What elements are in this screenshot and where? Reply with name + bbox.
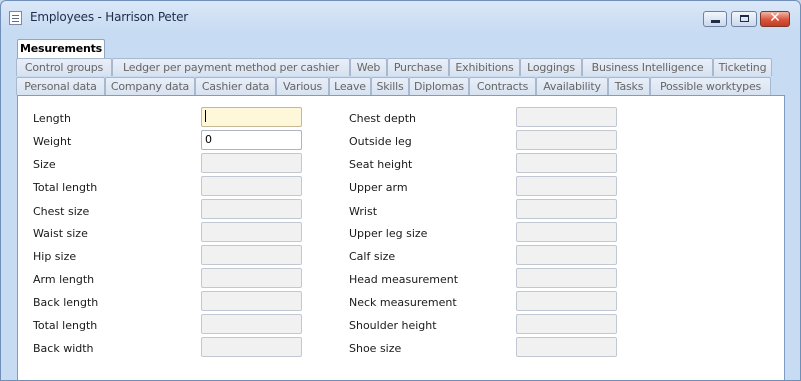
- field-label: Arm length: [33, 273, 95, 286]
- field-label: Outside leg: [349, 135, 412, 148]
- tab-purchase[interactable]: Purchase: [387, 58, 449, 76]
- weight-input[interactable]: 0: [201, 130, 302, 150]
- upper-arm-input[interactable]: [516, 176, 617, 196]
- field-label: Upper leg size: [349, 227, 428, 240]
- mesurements-panel: Length Weight 0 Size Total length Chest …: [17, 95, 785, 380]
- field-label: Shoulder height: [349, 319, 437, 332]
- field-label: Back length: [33, 296, 99, 309]
- document-list-icon: [9, 11, 22, 25]
- tab-cashier-data[interactable]: Cashier data: [195, 77, 276, 95]
- tab-availability[interactable]: Availability: [536, 77, 608, 95]
- back-width-input[interactable]: [201, 337, 302, 357]
- field-label: Shoe size: [349, 342, 402, 355]
- hip-size-input[interactable]: [201, 245, 302, 265]
- tab-web[interactable]: Web: [350, 58, 387, 76]
- field-label: Upper arm: [349, 181, 408, 194]
- field-label: Seat height: [349, 158, 413, 171]
- tab-ledger-per-payment-method[interactable]: Ledger per payment method per cashier: [112, 58, 350, 76]
- outside-leg-input[interactable]: [516, 130, 617, 150]
- tab-leave[interactable]: Leave: [329, 77, 371, 95]
- field-label: Calf size: [349, 250, 396, 263]
- chest-depth-input[interactable]: [516, 107, 617, 127]
- upper-leg-size-input[interactable]: [516, 222, 617, 242]
- field-label: Waist size: [33, 227, 88, 240]
- tab-business-intelligence[interactable]: Business Intelligence: [582, 58, 713, 76]
- tab-loggings[interactable]: Loggings: [520, 58, 582, 76]
- tab-exhibitions[interactable]: Exhibitions: [449, 58, 520, 76]
- length-input[interactable]: [201, 107, 302, 127]
- minimize-icon: [711, 20, 720, 23]
- arm-length-input[interactable]: [201, 268, 302, 288]
- total-length-input[interactable]: [201, 176, 302, 196]
- close-icon: ✕: [769, 10, 781, 26]
- field-label: Weight: [33, 135, 72, 148]
- tab-contracts[interactable]: Contracts: [469, 77, 536, 95]
- maximize-button[interactable]: [731, 11, 757, 27]
- field-label: Back width: [33, 342, 94, 355]
- shoe-size-input[interactable]: [516, 337, 617, 357]
- text-caret: [205, 110, 206, 122]
- field-label: Neck measurement: [349, 296, 457, 309]
- field-label: Head measurement: [349, 273, 459, 286]
- total-length-2-input[interactable]: [201, 314, 302, 334]
- tab-mesurements[interactable]: Mesurements: [17, 39, 105, 59]
- tab-control-groups[interactable]: Control groups: [16, 58, 112, 76]
- minimize-button[interactable]: [703, 11, 727, 27]
- tab-diplomas[interactable]: Diplomas: [409, 77, 469, 95]
- shoulder-height-input[interactable]: [516, 314, 617, 334]
- waist-size-input[interactable]: [201, 222, 302, 242]
- maximize-icon: [740, 15, 749, 22]
- field-label: Length: [33, 112, 71, 125]
- close-button[interactable]: ✕: [760, 10, 790, 27]
- field-label: Total length: [33, 319, 98, 332]
- title-bar[interactable]: Employees - Harrison Peter ✕: [1, 1, 800, 35]
- chest-size-input[interactable]: [201, 199, 302, 219]
- field-label: Chest size: [33, 205, 90, 218]
- tab-possible-worktypes[interactable]: Possible worktypes: [650, 77, 771, 95]
- field-label: Hip size: [33, 250, 77, 263]
- tab-various[interactable]: Various: [276, 77, 329, 95]
- field-label: Total length: [33, 181, 98, 194]
- tab-skills[interactable]: Skills: [371, 77, 409, 95]
- neck-measurement-input[interactable]: [516, 291, 617, 311]
- field-label: Wrist: [349, 205, 378, 218]
- tab-tasks[interactable]: Tasks: [608, 77, 650, 95]
- calf-size-input[interactable]: [516, 245, 617, 265]
- head-measurement-input[interactable]: [516, 268, 617, 288]
- size-input[interactable]: [201, 153, 302, 173]
- wrist-input[interactable]: [516, 199, 617, 219]
- seat-height-input[interactable]: [516, 153, 617, 173]
- field-label: Chest depth: [349, 112, 416, 125]
- back-length-input[interactable]: [201, 291, 302, 311]
- tab-personal-data[interactable]: Personal data: [16, 77, 105, 95]
- tab-company-data[interactable]: Company data: [105, 77, 195, 95]
- employees-window: Employees - Harrison Peter ✕ Mesurements…: [0, 0, 801, 381]
- window-title: Employees - Harrison Peter: [30, 10, 189, 24]
- field-label: Size: [33, 158, 56, 171]
- tab-ticketing[interactable]: Ticketing: [713, 58, 772, 76]
